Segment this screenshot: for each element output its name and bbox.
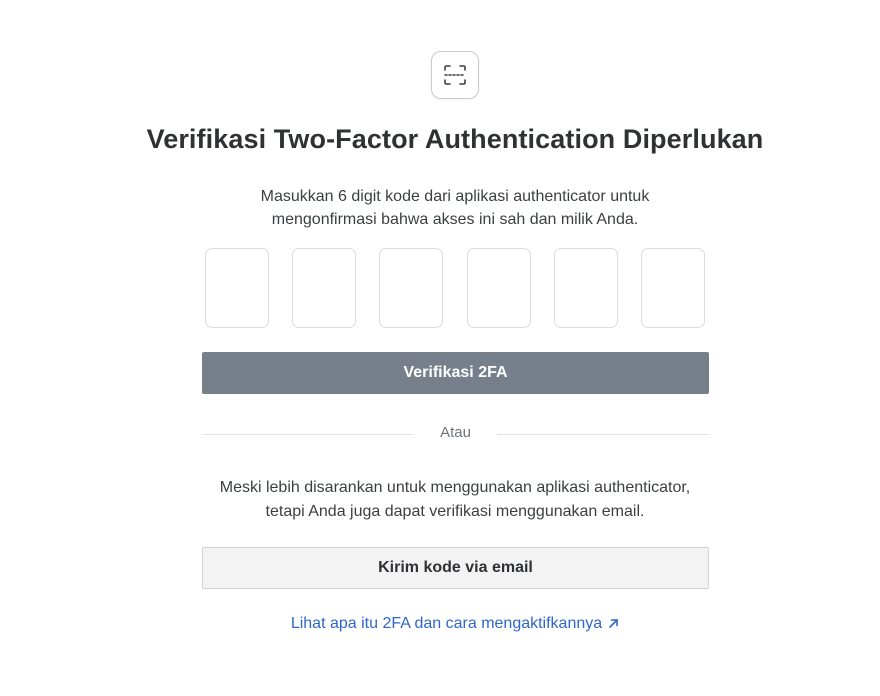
alternative-description: Meski lebih disarankan untuk menggunakan… xyxy=(195,476,715,524)
alternative-line: Meski lebih disarankan untuk menggunakan… xyxy=(219,479,691,496)
divider-line-right xyxy=(497,434,710,435)
alternative-line: tetapi Anda juga dapat verifikasi menggu… xyxy=(265,503,645,520)
otp-digit-1[interactable] xyxy=(205,248,269,328)
otp-input-group xyxy=(205,248,705,328)
subtitle-line: Masukkan 6 digit kode dari aplikasi auth… xyxy=(260,188,650,205)
help-link-label: Lihat apa itu 2FA dan cara mengaktifkann… xyxy=(290,615,603,632)
help-2fa-link[interactable]: Lihat apa itu 2FA dan cara mengaktifkann… xyxy=(0,615,880,634)
verify-2fa-button[interactable]: Verifikasi 2FA xyxy=(202,352,709,394)
send-email-code-button[interactable]: Kirim kode via email xyxy=(202,547,709,589)
two-factor-page: Verifikasi Two-Factor Authentication Dip… xyxy=(0,0,880,696)
otp-digit-6[interactable] xyxy=(641,248,705,328)
external-arrow-icon xyxy=(608,616,619,634)
divider-line-left xyxy=(202,434,414,435)
otp-digit-4[interactable] xyxy=(467,248,531,328)
scan-icon xyxy=(431,51,479,99)
otp-digit-2[interactable] xyxy=(292,248,356,328)
otp-digit-5[interactable] xyxy=(554,248,618,328)
subtitle-line: mengonfirmasi bahwa akses ini sah dan mi… xyxy=(271,211,639,228)
divider-label: Atau xyxy=(440,424,471,441)
otp-digit-3[interactable] xyxy=(379,248,443,328)
page-title: Verifikasi Two-Factor Authentication Dip… xyxy=(146,124,764,154)
page-subtitle: Masukkan 6 digit kode dari aplikasi auth… xyxy=(200,185,710,231)
